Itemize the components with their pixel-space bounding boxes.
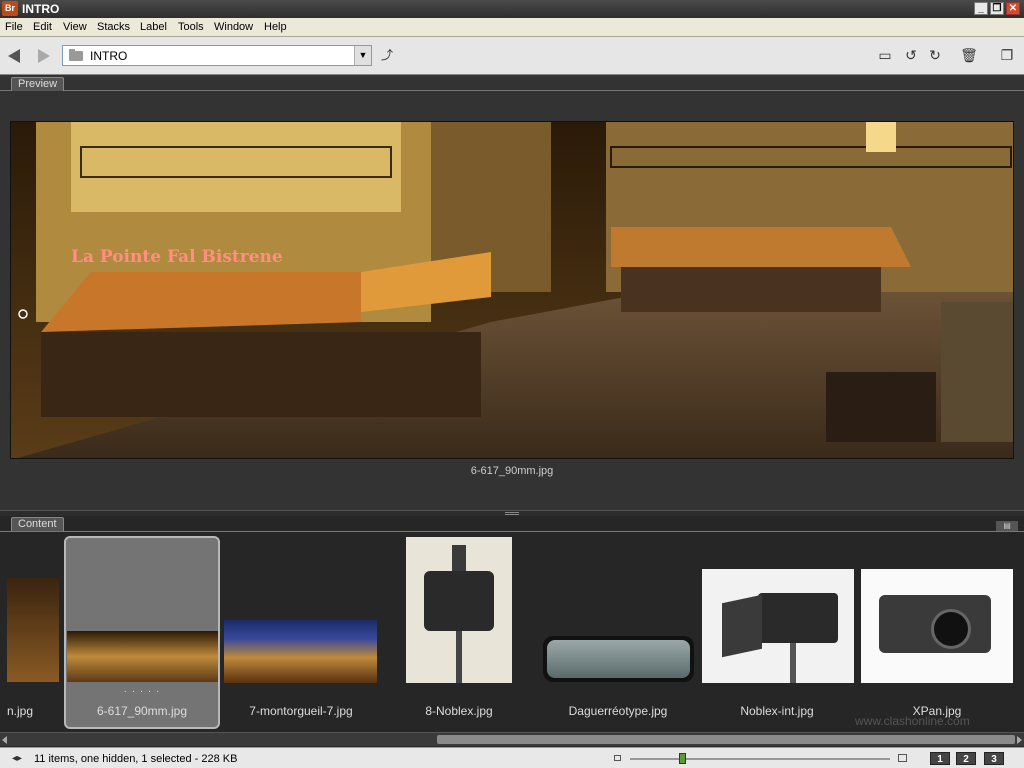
path-dropdown[interactable]: INTRO ▼ [62,45,372,66]
menu-label[interactable]: Label [140,21,167,33]
cafe-sign-text: La Pointe Fal Bistrene [71,247,283,267]
view-3-button[interactable]: 3 [984,752,1004,765]
up-folder-icon[interactable]: ⤴ [378,46,396,64]
restore-button[interactable]: ❐ [990,2,1004,15]
back-arrow-icon [8,49,20,63]
folder-icon [69,49,83,61]
window-title: INTRO [22,2,60,16]
horizontal-scrollbar[interactable] [0,732,1024,746]
street-cafe-photo: La Pointe Fal Bistrene [11,122,1013,458]
status-bar: ◂▸ 11 items, one hidden, 1 selected - 22… [0,747,1024,768]
watermark-text: www.clashonline.com [855,714,970,728]
large-thumb-icon[interactable] [898,754,907,762]
tab-content[interactable]: Content [11,517,64,531]
menu-bar: File Edit View Stacks Label Tools Window… [0,18,1024,37]
menu-tools[interactable]: Tools [178,21,204,33]
thumbnail-image[interactable] [7,578,59,682]
panel-menu-icon[interactable]: ▤ [996,521,1018,531]
thumbnail-label: 7-montorgueil-7.jpg [249,704,353,718]
thumbnail-image[interactable] [702,569,854,683]
thumbnail-image[interactable] [406,537,512,683]
close-button[interactable]: ✕ [1006,2,1020,15]
menu-help[interactable]: Help [264,21,287,33]
preview-panel: Preview La Pointe Fal Bistrene 6-617_90m… [0,75,1024,510]
expand-arrows-icon[interactable]: ◂▸ [12,753,22,764]
trash-icon[interactable]: 🗑 [960,46,978,64]
new-folder-icon[interactable]: ▭ [876,46,894,64]
thumbnail-label: 8-Noblex.jpg [425,704,493,718]
bridge-logo-icon: Br [2,1,18,16]
thumbnail-image[interactable] [861,569,1013,683]
splitter-grip-icon [505,512,519,515]
compact-mode-icon[interactable]: ❐ [998,46,1016,64]
thumbnail-image[interactable] [224,620,377,683]
small-thumb-icon[interactable] [614,755,621,761]
content-tab-line [0,531,1024,532]
tab-preview[interactable]: Preview [11,77,65,91]
forward-button[interactable] [34,47,52,63]
menu-edit[interactable]: Edit [33,21,52,33]
toolbar: INTRO ▼ ⤴ ▭ ↺ ↻ 🗑 ❐ [0,37,1024,75]
slider-knob[interactable] [679,753,686,764]
rotate-left-icon[interactable]: ↺ [902,46,920,64]
view-2-button[interactable]: 2 [956,752,976,765]
menu-view[interactable]: View [63,21,87,33]
thumbnail-image[interactable] [67,631,218,682]
menu-stacks[interactable]: Stacks [97,21,130,33]
scrollbar-thumb[interactable] [437,735,1015,744]
title-bar: Br INTRO _ ❐ ✕ [0,0,1024,18]
bridge-window: Br INTRO _ ❐ ✕ File Edit View Stacks Lab… [0,0,1024,768]
status-text: 11 items, one hidden, 1 selected - 228 K… [34,753,238,765]
preview-tab-line [0,90,1024,91]
forward-arrow-icon [38,49,50,63]
chevron-down-icon[interactable]: ▼ [354,46,371,65]
scroll-left-icon[interactable] [2,736,7,744]
preview-caption: 6-617_90mm.jpg [470,465,554,477]
scroll-right-icon[interactable] [1017,736,1022,744]
preview-image[interactable]: La Pointe Fal Bistrene [10,121,1014,459]
back-button[interactable] [6,47,24,63]
thumbnail-size-slider[interactable] [630,753,890,764]
menu-window[interactable]: Window [214,21,253,33]
thumbnail-image[interactable] [543,636,694,682]
menu-file[interactable]: File [5,21,23,33]
thumbnail-label: Noblex-int.jpg [740,704,814,718]
path-text: INTRO [90,49,128,63]
view-1-button[interactable]: 1 [930,752,950,765]
thumbnail-label: Daguerréotype.jpg [568,704,668,718]
rating-dots[interactable]: · · · · · [112,686,172,697]
rotate-right-icon[interactable]: ↻ [926,46,944,64]
content-panel: Content ▤ n.jpg · · · · · 6-617_90mm.jpg… [0,516,1024,746]
minimize-button[interactable]: _ [974,2,988,15]
thumbnail-label: 6-617_90mm.jpg [96,704,188,718]
